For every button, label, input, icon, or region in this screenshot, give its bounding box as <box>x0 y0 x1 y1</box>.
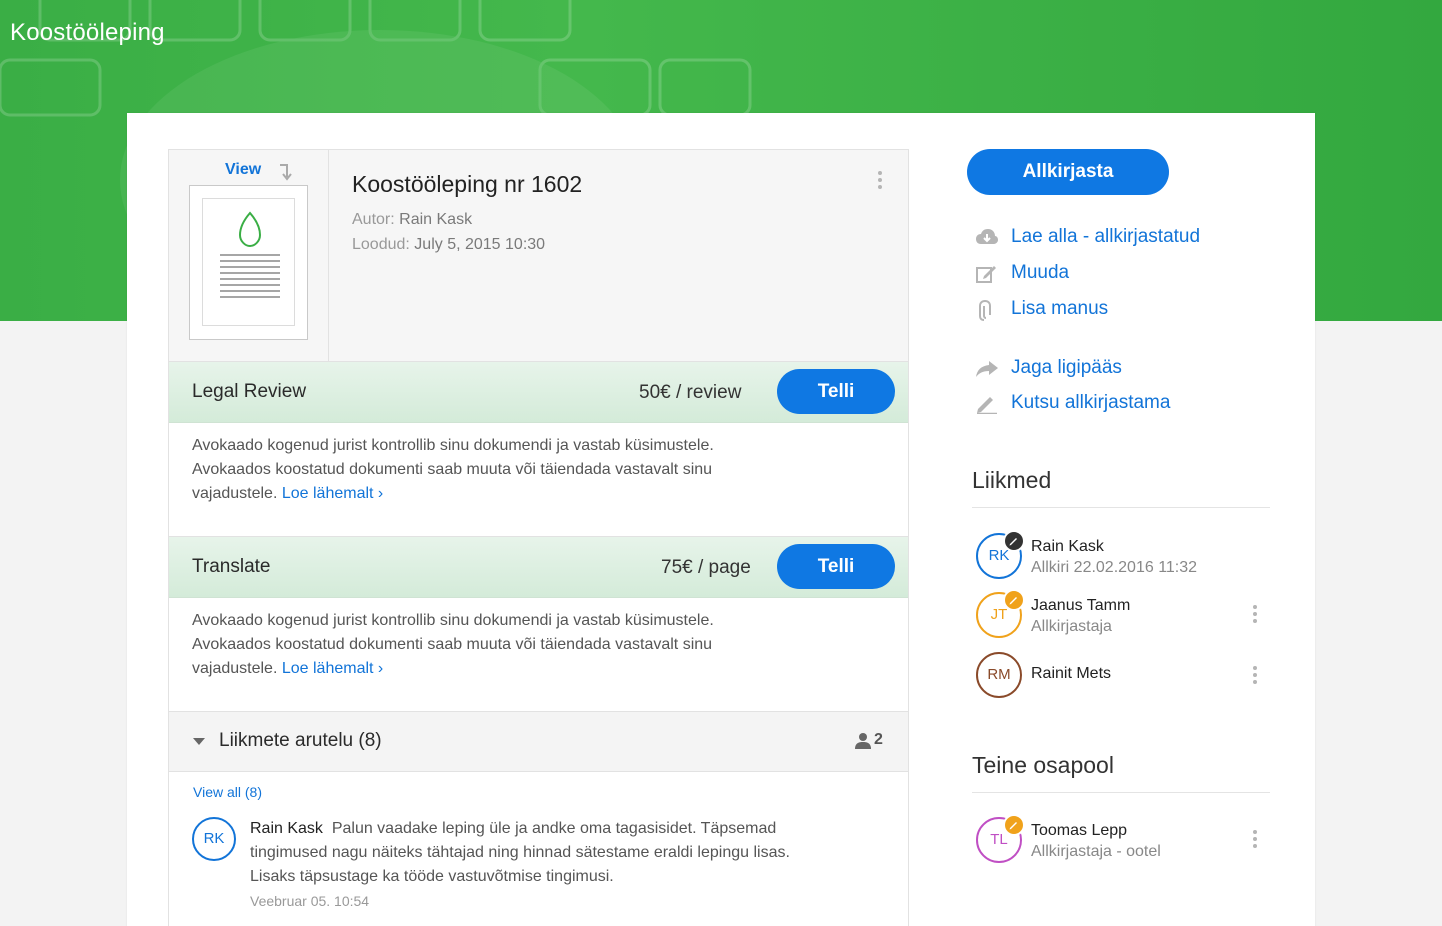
caret-down-icon <box>193 738 205 745</box>
main-card: View Koostööleping nr 1602 Autor: Rain K… <box>127 113 1315 926</box>
document-more-icon[interactable] <box>877 171 883 193</box>
member-jaanus-tamm: JT Jaanus Tamm Allkirjastaja <box>976 589 1271 642</box>
member-more-icon[interactable] <box>1252 666 1258 688</box>
member-name: Rainit Mets <box>1031 665 1112 682</box>
read-more-link[interactable]: Loe lähemalt › <box>282 660 383 677</box>
avatar: RK <box>192 817 236 861</box>
cloud-download-icon <box>976 229 998 244</box>
service-name: Translate <box>192 556 271 577</box>
member-name: Rain Kask <box>1031 538 1104 555</box>
member-more-icon[interactable] <box>1252 605 1258 627</box>
document-author: Autor: Rain Kask <box>352 211 473 228</box>
member-toomas-lepp: TL Toomas Lepp Allkirjastaja - ootel <box>976 814 1271 867</box>
avatar: RM <box>976 652 1022 698</box>
discussion-header[interactable]: Liikmete arutelu (8) 2 <box>169 712 908 772</box>
service-description: Avokaado kogenud jurist kontrollib sinu … <box>169 598 908 712</box>
arrow-down-icon <box>280 164 292 181</box>
avocado-logo-icon <box>220 211 280 298</box>
service-description: Avokaado kogenud jurist kontrollib sinu … <box>169 423 908 537</box>
service-legal-review: Legal Review 50€ / review Telli <box>169 362 908 423</box>
service-translate: Translate 75€ / page Telli <box>169 537 908 598</box>
divider <box>972 792 1270 793</box>
pending-badge-icon <box>1003 589 1025 611</box>
document-header: View Koostööleping nr 1602 Autor: Rain K… <box>169 150 908 362</box>
view-document-link[interactable]: View <box>225 161 261 179</box>
edit-icon <box>976 266 996 283</box>
page-title: Koostööleping <box>10 19 165 46</box>
person-icon <box>855 733 871 749</box>
signed-badge-icon <box>1003 530 1025 552</box>
member-rain-kask: RK Rain Kask Allkiri 22.02.2016 11:32 <box>976 530 1271 583</box>
members-title: Liikmed <box>972 467 1052 493</box>
participant-count: 2 <box>874 731 883 748</box>
member-more-icon[interactable] <box>1252 830 1258 852</box>
pen-icon <box>977 397 997 414</box>
member-name: Jaanus Tamm <box>1031 597 1131 614</box>
document-title: Koostööleping nr 1602 <box>352 171 583 197</box>
view-all-comments-link[interactable]: View all (8) <box>193 784 262 800</box>
paperclip-icon <box>979 300 991 321</box>
read-more-link[interactable]: Loe lähemalt › <box>282 485 383 502</box>
share-icon <box>976 361 998 377</box>
document-created: Loodud: July 5, 2015 10:30 <box>352 236 546 253</box>
document-thumbnail[interactable] <box>189 185 308 340</box>
discussion-title: Liikmete arutelu (8) <box>219 730 382 751</box>
member-rainit-mets: RM Rainit Mets <box>976 652 1271 702</box>
comment-author[interactable]: Rain Kask <box>250 820 323 837</box>
thumbnail-column: View <box>169 150 329 362</box>
order-translate-button[interactable]: Telli <box>777 544 895 589</box>
other-party-title: Teine osapool <box>972 752 1114 778</box>
member-status: Allkirjastaja - ootel <box>1031 843 1161 860</box>
member-status: Allkirjastaja <box>1031 618 1112 635</box>
sign-button[interactable]: Allkirjasta <box>967 149 1169 195</box>
divider <box>972 507 1270 508</box>
member-status: Allkiri 22.02.2016 11:32 <box>1031 559 1198 576</box>
order-legal-review-button[interactable]: Telli <box>777 369 895 414</box>
service-price: 75€ / page <box>661 557 751 578</box>
document-panel: View Koostööleping nr 1602 Autor: Rain K… <box>168 149 909 926</box>
member-name: Toomas Lepp <box>1031 822 1128 839</box>
comment-text: Rain Kask Palun vaadake leping üle ja an… <box>250 820 790 885</box>
service-price: 50€ / review <box>639 382 742 403</box>
pending-badge-icon <box>1003 814 1025 836</box>
service-name: Legal Review <box>192 381 307 402</box>
comment-timestamp: Veebruar 05. 10:54 <box>250 893 370 909</box>
